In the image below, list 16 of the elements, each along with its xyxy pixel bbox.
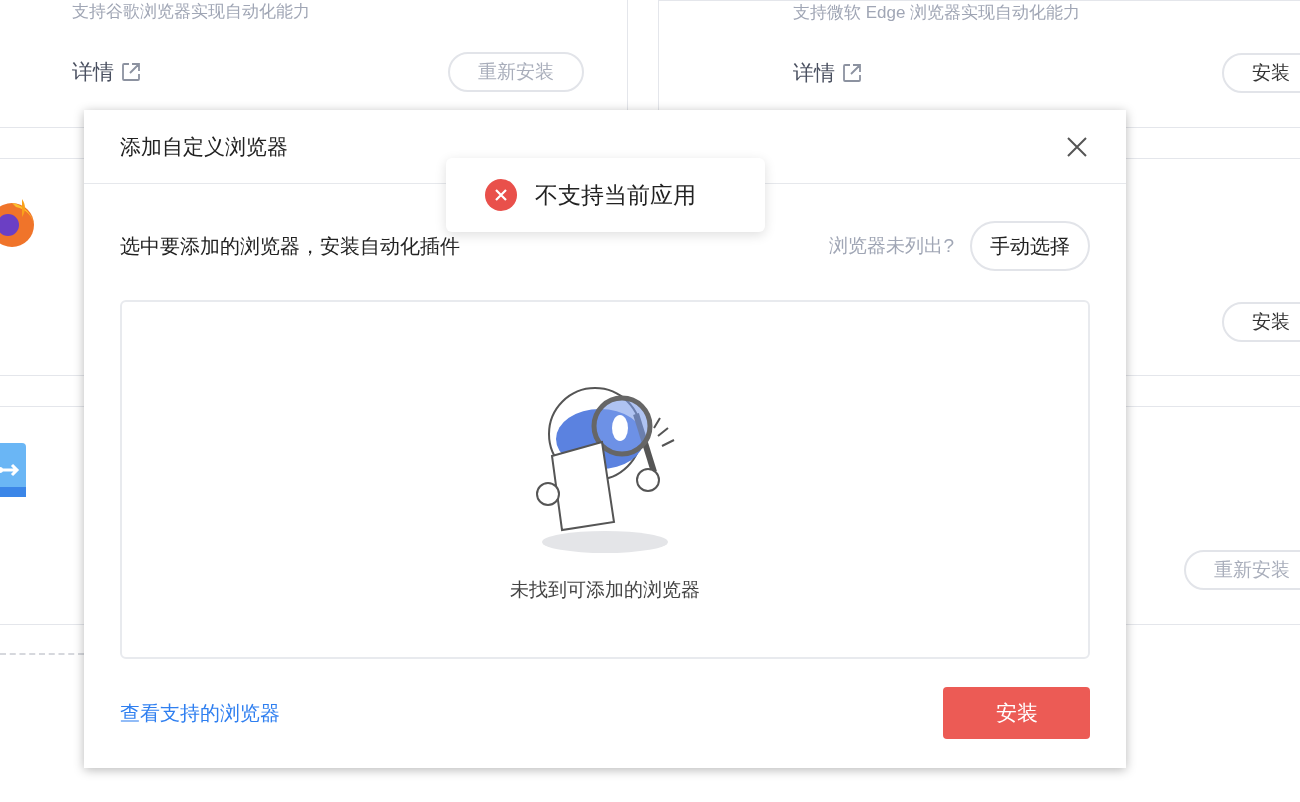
external-link-icon bbox=[841, 62, 863, 84]
details-link[interactable]: 详情 bbox=[793, 57, 835, 89]
external-link-icon bbox=[120, 61, 142, 83]
supported-browsers-link[interactable]: 查看支持的浏览器 bbox=[120, 698, 280, 728]
install-button[interactable]: 安装 bbox=[1222, 53, 1300, 93]
error-icon bbox=[485, 179, 517, 211]
dialog-title: 添加自定义浏览器 bbox=[120, 133, 288, 160]
install-button[interactable]: 安装 bbox=[1222, 302, 1300, 342]
hint-text: 浏览器未列出? bbox=[829, 233, 954, 258]
details-link[interactable]: 详情 bbox=[72, 56, 114, 88]
toast-message: 不支持当前应用 bbox=[535, 180, 696, 210]
manual-select-button[interactable]: 手动选择 bbox=[970, 221, 1090, 271]
instruction-text: 选中要添加的浏览器，安装自动化插件 bbox=[120, 234, 460, 259]
empty-message: 未找到可添加的浏览器 bbox=[510, 578, 700, 602]
card-description: 支持谷歌浏览器实现自动化能力 bbox=[72, 1, 311, 23]
card-description: 支持微软 Edge 浏览器实现自动化能力 bbox=[793, 2, 1082, 24]
